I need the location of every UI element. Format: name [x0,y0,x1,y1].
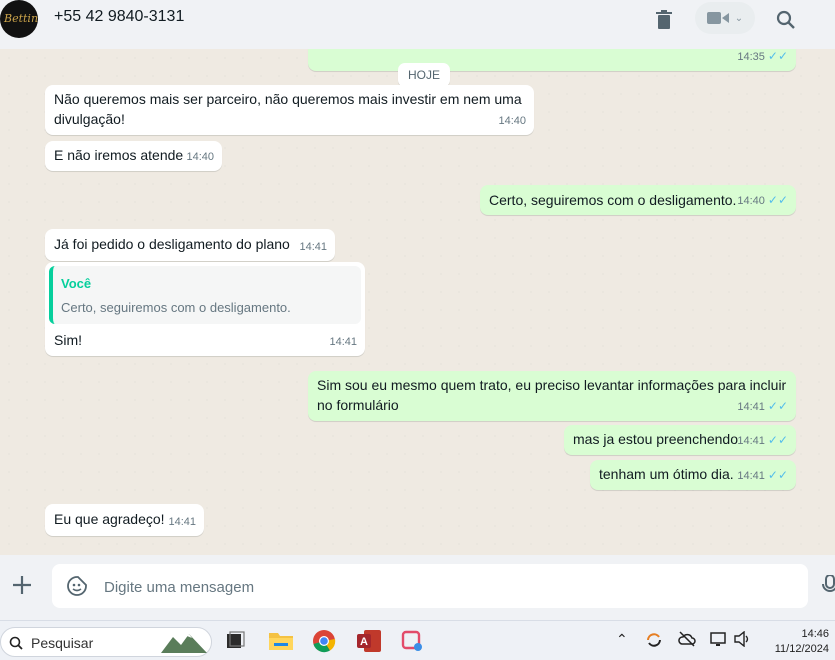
message-text: mas ja estou preenchendo [573,431,738,447]
clock-time: 14:46 [801,628,829,640]
access-app-icon[interactable]: A [356,629,382,655]
task-view-icon[interactable] [224,629,250,655]
chat-header: Bettine +55 42 9840-3131 ⌄ [0,0,835,49]
quote-text: Certo, seguiremos com o desligamento. [61,300,291,315]
file-explorer-icon[interactable] [268,629,294,655]
read-ticks-icon: ✓✓ [767,49,788,63]
message-bubble[interactable]: 14:35 ✓✓ [308,49,796,71]
message-text: Eu que agradeço! [54,511,165,527]
message-bubble[interactable]: Você Certo, seguiremos com o desligament… [45,262,365,356]
chevron-down-icon: ⌄ [734,12,744,24]
message-input-box[interactable] [52,564,808,610]
search-icon[interactable] [772,6,800,34]
sync-icon[interactable] [645,631,663,649]
windows-taskbar: Pesquisar A ⌃ 14:46 11/12/2024 [0,620,835,660]
read-ticks-icon: ✓✓ [767,399,788,413]
taskbar-search[interactable]: Pesquisar [0,627,212,657]
svg-text:A: A [360,636,368,648]
mountain-icon [161,634,207,653]
composer-bar [0,555,835,620]
snipping-tool-icon[interactable] [400,629,426,655]
message-text: Certo, seguiremos com o desligamento. [489,192,737,208]
video-call-button[interactable]: ⌄ [695,2,755,34]
message-time: 14:41 [737,435,765,447]
attach-plus-icon[interactable] [8,571,36,599]
video-icon [706,12,729,24]
quote-author: Você [61,276,92,291]
read-ticks-icon: ✓✓ [767,468,788,482]
message-time: 14:40 [737,195,765,207]
avatar[interactable]: Bettine [0,0,38,38]
message-time: 14:41 [329,336,357,348]
message-bubble[interactable]: tenham um ótimo dia. 14:41 ✓✓ [590,460,796,490]
message-bubble[interactable]: Já foi pedido o desligamento do plano 14… [45,229,335,261]
avatar-logo-text: Bettine [4,12,38,25]
message-text: Já foi pedido o desligamento do plano [54,236,290,252]
message-text: tenham um ótimo dia. [599,466,734,482]
clock-date: 11/12/2024 [774,643,829,655]
message-bubble[interactable]: Certo, seguiremos com o desligamento. 14… [480,185,796,215]
system-clock[interactable]: 14:46 11/12/2024 [775,627,829,657]
chrome-icon[interactable] [312,629,338,655]
message-time: 14:41 [737,401,765,413]
volume-icon[interactable] [734,631,752,647]
tray-chevron-up-icon[interactable]: ⌃ [616,631,628,648]
message-time: 14:41 [168,516,196,528]
message-time: 14:40 [498,115,526,127]
message-time: 14:41 [299,241,327,253]
cloud-off-icon[interactable] [678,631,696,647]
message-text: no formulário [317,397,399,413]
search-icon [9,636,23,650]
message-text: E não iremos atende [54,147,184,163]
message-text: Sim sou eu mesmo quem trato, eu preciso … [317,377,787,393]
message-time: 14:41 [737,470,765,482]
trash-icon[interactable] [650,6,678,34]
read-ticks-icon: ✓✓ [767,433,788,447]
message-bubble[interactable]: Sim sou eu mesmo quem trato, eu preciso … [308,371,796,421]
read-ticks-icon: ✓✓ [767,193,788,207]
taskbar-search-label: Pesquisar [31,635,94,651]
message-time: 14:40 [186,151,214,163]
network-icon[interactable] [710,631,728,647]
message-input[interactable] [102,564,786,610]
message-bubble[interactable]: Eu que agradeço! 14:41 [45,504,204,536]
message-list[interactable]: 14:35 ✓✓ HOJE Não queremos mais ser parce… [0,49,835,555]
message-bubble[interactable]: mas ja estou preenchendo 14:41 ✓✓ [564,425,796,455]
message-text: Sim! [54,332,82,348]
quoted-message[interactable]: Você Certo, seguiremos com o desligament… [49,266,361,324]
message-bubble[interactable]: E não iremos atende 14:40 [45,141,222,171]
message-text: divulgação! [54,111,125,127]
day-separator: HOJE [398,63,450,87]
message-text: Não queremos mais ser parceiro, não quer… [54,91,522,107]
microphone-icon[interactable] [822,574,835,600]
sticker-icon[interactable] [66,575,88,602]
contact-name[interactable]: +55 42 9840-3131 [54,8,184,26]
message-time: 14:35 [737,51,765,63]
message-bubble[interactable]: Não queremos mais ser parceiro, não quer… [45,85,534,135]
